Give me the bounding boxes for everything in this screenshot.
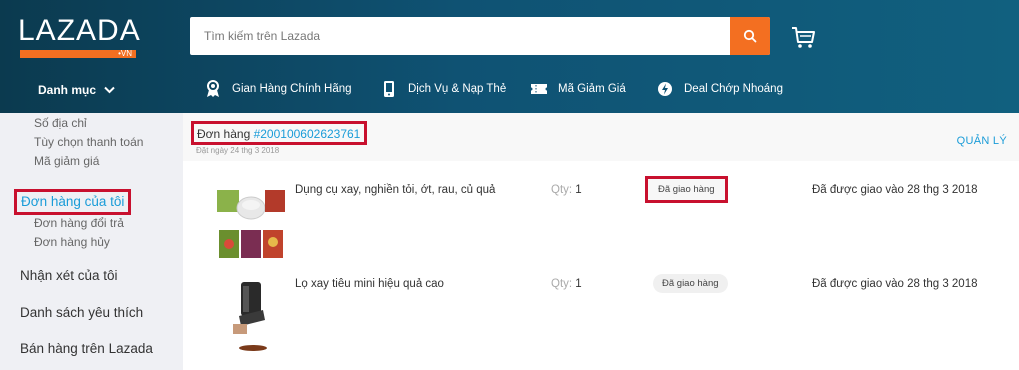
quantity: Qty: 1 <box>551 278 582 290</box>
sidebar-item-address-book[interactable]: Số địa chỉ <box>34 116 87 130</box>
nav-item-official-stores[interactable]: Gian Hàng Chính Hãng <box>204 80 352 98</box>
ticket-icon <box>530 80 548 98</box>
nav-label: Mã Giảm Giá <box>558 83 626 95</box>
account-sidebar: Số địa chỉ Tùy chọn thanh toán Mã giảm g… <box>0 113 183 370</box>
delivery-date: Đã được giao vào 28 thg 3 2018 <box>812 184 978 196</box>
product-name[interactable]: Dụng cụ xay, nghiền tỏi, ớt, rau, củ quả <box>295 184 495 196</box>
top-nav: Danh mục Gian Hàng Chính Hãng Dịch Vụ & … <box>0 75 1019 107</box>
header: LAZADA •VN Danh mục <box>0 0 1019 113</box>
sidebar-item-returns[interactable]: Đơn hàng đổi trả <box>34 216 124 230</box>
phone-icon <box>380 80 398 98</box>
flash-deal-icon <box>656 80 674 98</box>
order-id-link[interactable]: #200100602623761 <box>254 127 361 141</box>
sidebar-item-cancellations[interactable]: Đơn hàng hủy <box>34 235 110 249</box>
manage-link[interactable]: QUẢN LÝ <box>957 135 1007 147</box>
order-label: Đơn hàng <box>197 127 254 141</box>
lazada-logo[interactable]: LAZADA •VN <box>18 14 141 58</box>
product-thumbnail[interactable] <box>215 278 287 356</box>
award-icon <box>204 80 222 98</box>
search-icon <box>743 29 757 43</box>
search-input[interactable] <box>190 17 730 55</box>
nav-label: Deal Chớp Nhoáng <box>684 83 783 95</box>
cart-button[interactable] <box>790 24 818 50</box>
nav-item-services[interactable]: Dịch Vụ & Nạp Thẻ <box>380 80 506 98</box>
order-item-row: Dụng cụ xay, nghiền tỏi, ớt, rau, củ quả… <box>183 176 1019 274</box>
nav-item-vouchers[interactable]: Mã Giảm Giá <box>530 80 626 98</box>
chevron-down-icon <box>104 86 115 94</box>
nav-label: Gian Hàng Chính Hãng <box>232 83 352 95</box>
logo-text: LAZADA <box>18 14 141 47</box>
search-button[interactable] <box>730 17 770 55</box>
nav-item-flash-deal[interactable]: Deal Chớp Nhoáng <box>656 80 783 98</box>
order-header: Đơn hàng #200100602623761 Đặt ngày 24 th… <box>183 113 1019 161</box>
category-label: Danh mục <box>38 83 97 97</box>
category-menu[interactable]: Danh mục <box>38 83 115 97</box>
sidebar-item-wishlist[interactable]: Danh sách yêu thích <box>20 305 143 321</box>
sidebar-item-vouchers[interactable]: Mã giảm giá <box>34 154 99 168</box>
status-badge: Đã giao hàng <box>645 176 728 203</box>
order-number-highlight: Đơn hàng #200100602623761 <box>191 121 368 145</box>
sidebar-item-my-orders[interactable]: Đơn hàng của tôi <box>14 189 132 215</box>
product-thumbnail[interactable] <box>215 184 287 262</box>
quantity: Qty: 1 <box>551 184 582 196</box>
qty-value: 1 <box>575 184 582 196</box>
qty-label: Qty: <box>551 184 573 196</box>
logo-sub: •VN <box>118 49 132 58</box>
order-date: Đặt ngày 24 thg 3 2018 <box>196 146 280 155</box>
nav-label: Dịch Vụ & Nạp Thẻ <box>408 83 507 95</box>
delivery-date: Đã được giao vào 28 thg 3 2018 <box>812 278 978 290</box>
status-badge: Đã giao hàng <box>653 274 728 293</box>
sidebar-item-sell-on-lazada[interactable]: Bán hàng trên Lazada <box>20 341 153 357</box>
search-bar <box>190 17 770 55</box>
qty-value: 1 <box>575 278 582 290</box>
product-name[interactable]: Lọ xay tiêu mini hiệu quả cao <box>295 278 444 290</box>
cart-icon <box>792 27 815 48</box>
sidebar-item-payment-options[interactable]: Tùy chọn thanh toán <box>34 135 143 149</box>
sidebar-item-my-reviews[interactable]: Nhận xét của tôi <box>20 268 118 284</box>
order-item-row: Lọ xay tiêu mini hiệu quả cao Qty: 1 Đã … <box>183 274 1019 368</box>
qty-label: Qty: <box>551 278 573 290</box>
